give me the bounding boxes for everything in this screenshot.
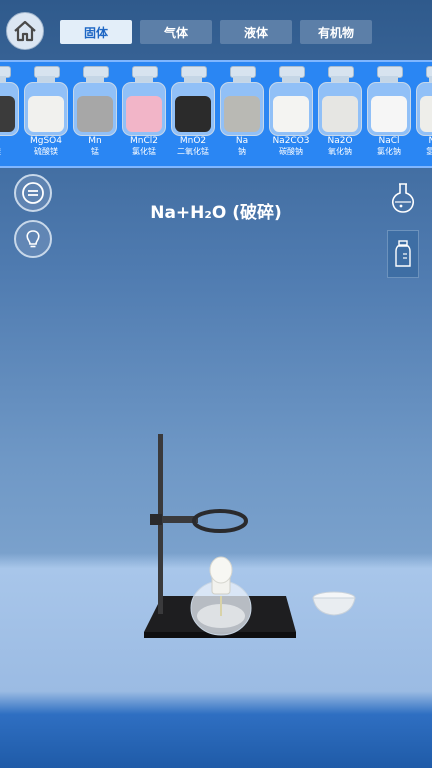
chemical-jar[interactable]: Mn 锰 — [72, 66, 118, 162]
chemical-jar[interactable]: Na2CO3 碳酸钠 — [268, 66, 314, 162]
lab-scene — [144, 434, 356, 638]
jar-body — [0, 82, 19, 136]
chemical-jar[interactable]: NaCl 氯化钠 — [366, 66, 412, 162]
bottle-button[interactable] — [387, 230, 419, 278]
home-icon — [14, 20, 36, 42]
chemical-powder — [175, 96, 211, 132]
chemical-powder — [420, 96, 432, 132]
chemical-powder — [28, 96, 64, 132]
chemical-jar[interactable]: MnO2 二氧化锰 — [170, 66, 216, 162]
chemical-powder — [126, 96, 162, 132]
bottle-icon — [395, 240, 411, 267]
alcohol-lamp[interactable] — [190, 556, 252, 636]
chemical-powder — [224, 96, 260, 132]
jar-body — [73, 82, 117, 136]
chemical-jar[interactable]: Na 钠 — [219, 66, 265, 162]
jar-body — [318, 82, 362, 136]
jar-body — [220, 82, 264, 136]
chemical-powder — [273, 96, 309, 132]
jar-body — [269, 82, 313, 136]
home-button[interactable] — [6, 12, 44, 50]
tab-organic[interactable]: 有机物 — [300, 20, 372, 44]
jar-body — [367, 82, 411, 136]
chemical-jar[interactable]: Na2O 氧化钠 — [317, 66, 363, 162]
jar-body — [122, 82, 166, 136]
tab-liquid[interactable]: 液体 — [220, 20, 292, 44]
chemical-formula: NaH — [409, 136, 432, 146]
chemical-powder — [371, 96, 407, 132]
chemical-powder — [322, 96, 358, 132]
tab-gas[interactable]: 气体 — [140, 20, 212, 44]
lightbulb-icon — [26, 230, 40, 248]
chemical-jar[interactable]: NaH氢化钠 — [415, 66, 432, 162]
chemical-jar[interactable]: MgSO4 硫酸镁 — [23, 66, 69, 162]
chemical-powder — [77, 96, 113, 132]
chemical-shelf[interactable]: O镁MgSO4硫酸镁Mn锰MnCl2氯化锰MnO2二氧化锰Na钠Na2CO3碳酸… — [0, 60, 432, 168]
flask-icon — [391, 183, 415, 213]
evaporating-dish[interactable] — [312, 591, 356, 616]
jar-body — [171, 82, 215, 136]
jar-body — [416, 82, 432, 136]
flask-button[interactable] — [388, 180, 418, 216]
hint-button[interactable] — [14, 220, 52, 258]
chemical-powder — [0, 96, 15, 132]
chemical-jar[interactable]: MnCl2 氯化锰 — [121, 66, 167, 162]
experiment-title: Na+H₂O (破碎) — [150, 203, 282, 223]
chemical-name: 氢化钠 — [409, 147, 432, 157]
tab-solid[interactable]: 固体 — [60, 20, 132, 44]
jar-body — [24, 82, 68, 136]
iron-ring[interactable] — [192, 509, 248, 533]
